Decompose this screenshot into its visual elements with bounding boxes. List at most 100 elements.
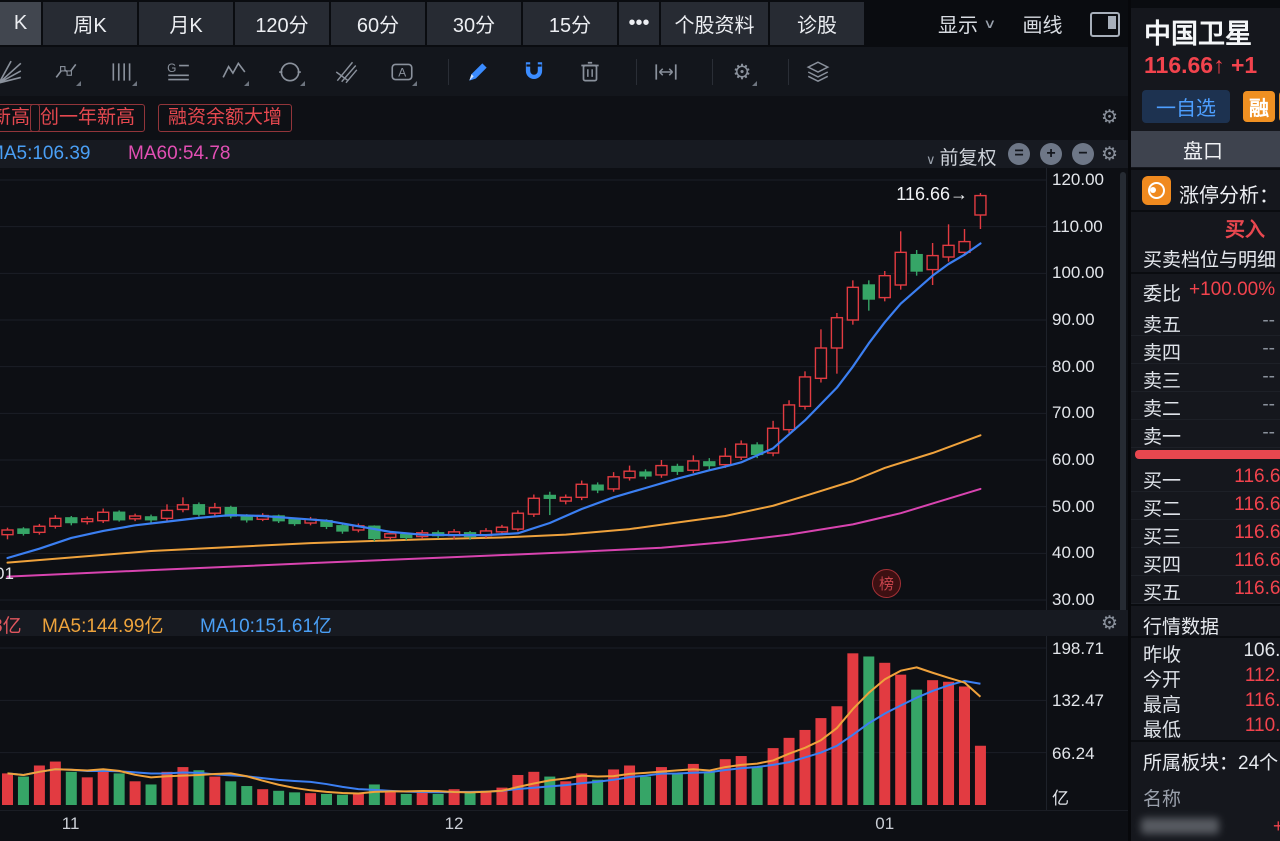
weibi-red-bar [1135, 450, 1280, 459]
weibi-label: 委比 [1143, 279, 1181, 306]
date-axis: 111201 [0, 810, 1128, 841]
pencil-icon[interactable] [460, 54, 496, 90]
market-data-title: 行情数据 [1143, 612, 1219, 639]
tab-周K[interactable]: 周K [43, 2, 137, 45]
level-row[interactable]: 买四116.63 [1131, 547, 1280, 576]
tab-•••[interactable]: ••• [619, 2, 659, 45]
level-row[interactable]: 卖三-- [1131, 363, 1280, 392]
weibi-value: +100.00% [1189, 279, 1275, 301]
level-row[interactable]: 买二116.65 [1131, 491, 1280, 520]
tab-pankou[interactable]: 盘口 [1131, 131, 1280, 167]
price-axis-label: 120.00 [1052, 170, 1104, 190]
level-row[interactable]: 买一116.66 [1131, 463, 1280, 492]
ranking-seal: 榜 [872, 569, 901, 598]
tab-120分[interactable]: 120分 [235, 2, 329, 45]
volume-ma-label: 8亿 [0, 611, 22, 638]
level-row[interactable]: 卖四-- [1131, 335, 1280, 364]
volume-svg [0, 636, 1128, 810]
level-row[interactable]: 买三116.64 [1131, 519, 1280, 548]
adjust-mode-dropdown[interactable]: ∨前复权 [926, 143, 997, 170]
candlestick-svg [0, 168, 1128, 610]
polyline-icon[interactable] [48, 54, 84, 90]
price-axis-label: 70.00 [1052, 403, 1095, 423]
tab-诊股[interactable]: 诊股 [770, 2, 864, 45]
name-column-header: 名称 [1143, 784, 1181, 811]
fan-lines-icon[interactable] [0, 54, 28, 90]
layers-icon[interactable] [800, 54, 836, 90]
price-axis-label: 100.00 [1052, 263, 1104, 283]
quote-sidebar: 中国卫星 116.66↑ +1 一自选 融 盘口 涨停分析： 买入 买卖档位与明… [1128, 0, 1280, 841]
market-data-row: 最低110.0 [1131, 715, 1280, 740]
text-label-icon[interactable]: A [384, 54, 420, 90]
gann-icon[interactable]: G [160, 54, 196, 90]
tab-30分[interactable]: 30分 [427, 2, 521, 45]
date-axis-label: 11 [62, 814, 80, 834]
left-date-label: 01 [0, 564, 14, 584]
display-dropdown[interactable]: 显示 [938, 9, 978, 38]
tab-个股资料[interactable]: 个股资料 [661, 2, 768, 45]
vertical-lines-icon[interactable] [104, 54, 140, 90]
change-sliver: + [1273, 816, 1280, 837]
last-price-annotation: 116.66→ [856, 184, 968, 205]
drawing-toolbar: G A ⚙ [0, 47, 1128, 96]
cycle-icon[interactable] [272, 54, 308, 90]
signal-tags-row: ⚙ 新高创一年新高融资余额大增 [0, 96, 1128, 140]
trash-icon[interactable] [572, 54, 608, 90]
price-axis-label: 30.00 [1052, 590, 1095, 610]
tab-月K[interactable]: 月K [139, 2, 233, 45]
zoom-out-button[interactable]: − [1072, 143, 1094, 165]
ma-label: MA5:106.39 [0, 143, 90, 165]
volume-axis-label: 66.24 [1052, 744, 1095, 764]
svg-text:A: A [398, 65, 406, 79]
blurred-stock-name[interactable] [1141, 818, 1219, 834]
tab-buy[interactable]: 买入 [1131, 213, 1280, 241]
panel-toggle-icon[interactable] [1090, 12, 1120, 37]
magnet-icon[interactable] [516, 54, 552, 90]
chevron-down-icon: ∨ [983, 16, 996, 32]
chart-header: ∨前复权 ⚙ MA5:106.39MA60:54.78=+− [0, 140, 1128, 168]
level-row[interactable]: 卖二-- [1131, 391, 1280, 420]
level-row[interactable]: 卖五-- [1131, 307, 1280, 336]
gear-icon[interactable]: ⚙ [1101, 612, 1118, 635]
sector-row[interactable]: 所属板块：24个 [1143, 748, 1278, 775]
draw-line-button[interactable]: 画线 [1023, 9, 1063, 38]
margin-badge[interactable]: 融 [1243, 91, 1275, 122]
price-axis-label: 50.00 [1052, 497, 1095, 517]
volume-axis-label: 198.71 [1052, 639, 1104, 659]
gear-icon[interactable]: ⚙ [1101, 143, 1118, 166]
market-data-row: 最高116.6 [1131, 690, 1280, 715]
date-axis-label: 12 [445, 814, 464, 834]
wave-icon[interactable] [216, 54, 252, 90]
level-row[interactable]: 买五116.62 [1131, 575, 1280, 604]
tab-60分[interactable]: 60分 [331, 2, 425, 45]
price-axis-label: 90.00 [1052, 310, 1095, 330]
volume-ma-label: MA5:144.99亿 [42, 611, 163, 638]
candlestick-chart[interactable]: 116.66→ 榜 01 120.00 110.00 100.00 90.00 80.0… [0, 168, 1128, 610]
stock-app-window: K周K月K120分60分30分15分•••个股资料诊股 显示 ∨ 画线 G A ⚙ ⚙ 新… [0, 0, 1280, 841]
watchlist-button[interactable]: 一自选 [1142, 90, 1230, 123]
signal-tag[interactable]: 创一年新高 [30, 104, 145, 132]
price-axis-label: 40.00 [1052, 543, 1095, 563]
speed-lines-icon[interactable] [328, 54, 364, 90]
tab-15分[interactable]: 15分 [523, 2, 617, 45]
volume-axis-label: 132.47 [1052, 691, 1104, 711]
weibi-row: 委比 +100.00% [1131, 276, 1280, 304]
volume-chart[interactable]: 198.71 132.47 66.24 亿 [0, 636, 1128, 810]
stock-name: 中国卫星 [1144, 12, 1252, 51]
level-row[interactable]: 卖一-- [1131, 419, 1280, 448]
tab-K[interactable]: K [0, 2, 41, 45]
volume-unit-label: 亿 [1052, 784, 1069, 809]
price-axis-label: 110.00 [1052, 217, 1103, 237]
zoom-reset-button[interactable]: = [1008, 143, 1030, 165]
spacing-icon[interactable] [648, 54, 684, 90]
market-data-row: 今开112.0 [1131, 665, 1280, 690]
limit-up-analysis-row[interactable]: 涨停分析： [1131, 172, 1280, 210]
signal-tag[interactable]: 融资余额大增 [158, 104, 292, 132]
stock-price: 116.66↑ +1 [1144, 52, 1257, 79]
gear-icon[interactable]: ⚙ [724, 54, 760, 90]
chevron-down-icon: ∨ [926, 152, 936, 167]
price-axis-label: 80.00 [1052, 357, 1095, 377]
zoom-in-button[interactable]: + [1040, 143, 1062, 165]
gear-icon[interactable]: ⚙ [1101, 106, 1118, 129]
limit-analysis-icon [1142, 176, 1171, 205]
